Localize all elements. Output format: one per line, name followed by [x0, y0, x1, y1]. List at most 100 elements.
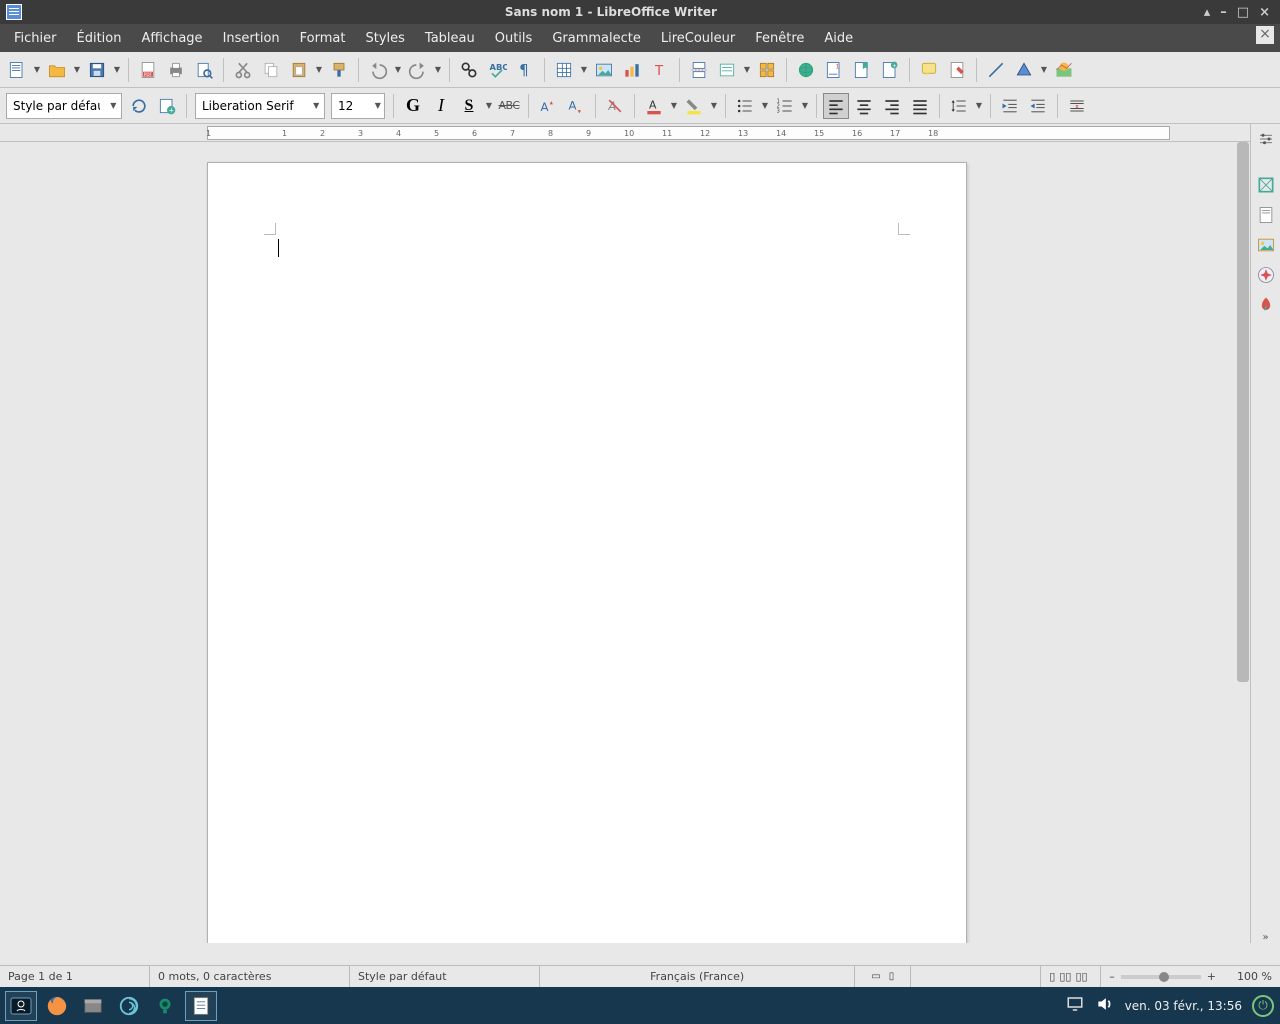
undo-button[interactable]: [365, 57, 391, 83]
scrollbar-thumb[interactable]: [1237, 142, 1249, 682]
insert-hyperlink-button[interactable]: [793, 57, 819, 83]
paragraph-style-input[interactable]: [7, 97, 106, 115]
insert-cross-ref-button[interactable]: +: [877, 57, 903, 83]
taskbar-writer-button[interactable]: [186, 992, 216, 1020]
open-dropdown[interactable]: [72, 57, 82, 83]
bold-button[interactable]: G: [400, 93, 426, 119]
undo-dropdown[interactable]: [393, 57, 403, 83]
clear-formatting-button[interactable]: A: [602, 93, 628, 119]
selection-mode-icon[interactable]: ▯: [889, 971, 895, 982]
paste-dropdown[interactable]: [314, 57, 324, 83]
font-name-dropdown[interactable]: [308, 101, 324, 110]
insert-chart-button[interactable]: [619, 57, 645, 83]
insert-bookmark-button[interactable]: [849, 57, 875, 83]
save-button[interactable]: [84, 57, 110, 83]
view-single-page-icon[interactable]: ▯: [1049, 970, 1055, 983]
print-button[interactable]: [163, 57, 189, 83]
cut-button[interactable]: [230, 57, 256, 83]
insert-footnote-button[interactable]: 1: [821, 57, 847, 83]
align-justify-button[interactable]: [907, 93, 933, 119]
align-right-button[interactable]: [879, 93, 905, 119]
menu-edition[interactable]: Édition: [67, 27, 132, 50]
font-size-combo[interactable]: [331, 93, 385, 119]
font-color-dropdown[interactable]: [669, 93, 679, 119]
app-bulb-icon[interactable]: [150, 992, 180, 1020]
numbered-list-button[interactable]: 123: [772, 93, 798, 119]
italic-button[interactable]: I: [428, 93, 454, 119]
track-changes-button[interactable]: [944, 57, 970, 83]
start-menu-button[interactable]: [6, 992, 36, 1020]
insert-line-button[interactable]: [983, 57, 1009, 83]
menu-fichier[interactable]: Fichier: [4, 27, 67, 50]
paragraph-style-combo[interactable]: [6, 93, 122, 119]
font-color-button[interactable]: A: [641, 93, 667, 119]
sidebar-navigator-icon[interactable]: [1255, 264, 1277, 286]
redo-dropdown[interactable]: [433, 57, 443, 83]
status-word-count[interactable]: 0 mots, 0 caractères: [150, 966, 350, 987]
paragraph-spacing-button[interactable]: [1064, 93, 1090, 119]
menu-insertion[interactable]: Insertion: [213, 27, 290, 50]
insert-field-button[interactable]: [714, 57, 740, 83]
document-area[interactable]: [0, 142, 1250, 943]
basic-shapes-button[interactable]: [1011, 57, 1037, 83]
align-left-button[interactable]: [823, 93, 849, 119]
menu-grammalecte[interactable]: Grammalecte: [542, 27, 651, 50]
save-dropdown[interactable]: [112, 57, 122, 83]
print-preview-button[interactable]: [191, 57, 217, 83]
menu-affichage[interactable]: Affichage: [131, 27, 212, 50]
decrease-indent-button[interactable]: [1025, 93, 1051, 119]
view-book-icon[interactable]: ▯▯: [1075, 970, 1087, 983]
font-name-input[interactable]: [196, 97, 308, 115]
menu-outils[interactable]: Outils: [485, 27, 543, 50]
update-style-button[interactable]: [126, 93, 152, 119]
insert-table-button[interactable]: [551, 57, 577, 83]
insert-table-dropdown[interactable]: [579, 57, 589, 83]
open-button[interactable]: [44, 57, 70, 83]
superscript-button[interactable]: A▴: [535, 93, 561, 119]
paragraph-style-dropdown[interactable]: [106, 101, 121, 110]
page[interactable]: [207, 162, 967, 943]
align-center-button[interactable]: [851, 93, 877, 119]
strikethrough-button[interactable]: ABC: [496, 93, 522, 119]
tray-volume-icon[interactable]: [1095, 994, 1115, 1017]
insert-page-break-button[interactable]: [686, 57, 712, 83]
basic-shapes-dropdown[interactable]: [1039, 57, 1049, 83]
menu-tableau[interactable]: Tableau: [415, 27, 485, 50]
window-maximize-button[interactable]: □: [1237, 5, 1249, 20]
file-manager-icon[interactable]: [78, 992, 108, 1020]
view-multi-page-icon[interactable]: ▯▯: [1059, 970, 1071, 983]
export-pdf-button[interactable]: PDF: [135, 57, 161, 83]
bullet-list-button[interactable]: [732, 93, 758, 119]
find-replace-button[interactable]: [456, 57, 482, 83]
highlight-button[interactable]: [681, 93, 707, 119]
font-size-input[interactable]: [332, 97, 372, 115]
sidebar-properties-icon[interactable]: [1255, 174, 1277, 196]
sidebar-more-button[interactable]: »: [1262, 932, 1268, 943]
underline-button[interactable]: S: [456, 93, 482, 119]
line-spacing-dropdown[interactable]: [974, 93, 984, 119]
tray-session-icon[interactable]: ⏻: [1252, 995, 1274, 1017]
window-close-button[interactable]: ×: [1259, 5, 1270, 20]
clone-formatting-button[interactable]: [326, 57, 352, 83]
font-name-combo[interactable]: [195, 93, 325, 119]
numbered-list-dropdown[interactable]: [800, 93, 810, 119]
sidebar-page-icon[interactable]: [1255, 204, 1277, 226]
document-close-button[interactable]: ×: [1256, 26, 1274, 44]
font-size-dropdown[interactable]: [372, 101, 384, 110]
insert-special-char-button[interactable]: [754, 57, 780, 83]
sidebar-settings-icon[interactable]: [1255, 128, 1277, 150]
copy-button[interactable]: [258, 57, 284, 83]
status-page[interactable]: Page 1 de 1: [0, 966, 150, 987]
insert-field-dropdown[interactable]: [742, 57, 752, 83]
insert-image-button[interactable]: [591, 57, 617, 83]
zoom-out-button[interactable]: –: [1109, 970, 1115, 983]
bullet-list-dropdown[interactable]: [760, 93, 770, 119]
app-swirl-icon[interactable]: [114, 992, 144, 1020]
insert-comment-button[interactable]: [916, 57, 942, 83]
sidebar-gallery-icon[interactable]: [1255, 234, 1277, 256]
new-document-button[interactable]: [4, 57, 30, 83]
line-spacing-button[interactable]: [946, 93, 972, 119]
zoom-percent[interactable]: 100 %: [1222, 970, 1272, 983]
status-style[interactable]: Style par défaut: [350, 966, 540, 987]
formatting-marks-button[interactable]: ¶: [512, 57, 538, 83]
